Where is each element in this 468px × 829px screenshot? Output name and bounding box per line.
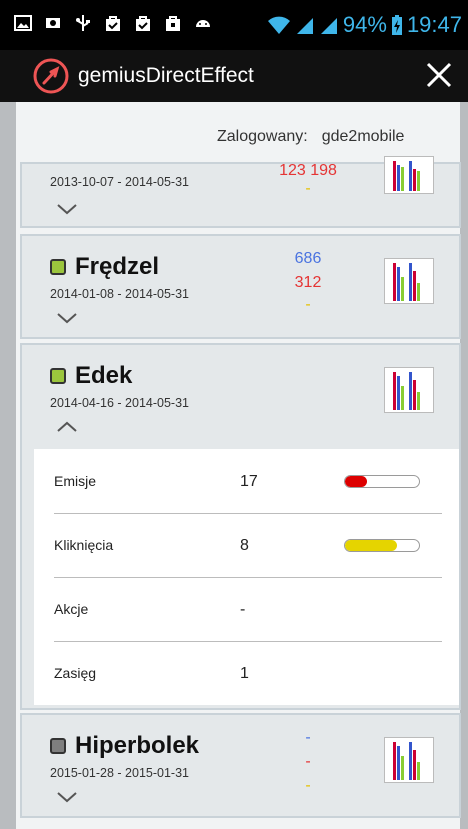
campaign-card[interactable]: Frędzel 2014-01-08 - 2014-05-31 686 312 … <box>20 234 461 339</box>
chart-thumbnail-icon[interactable] <box>384 156 434 194</box>
detail-row: Emisje 17 <box>54 449 442 514</box>
signal-icon <box>296 18 313 34</box>
campaign-name-text: Edek <box>75 362 133 389</box>
progress-fill <box>345 540 397 551</box>
detail-label: Emisje <box>54 473 97 489</box>
campaign-dates: 2014-01-08 - 2014-05-31 <box>50 287 189 301</box>
bag-check-icon <box>136 16 150 31</box>
status-bar: 94% 19:47 <box>0 0 468 50</box>
chart-thumbnail-icon[interactable] <box>384 367 434 413</box>
campaign-name-text: Hiperbolek <box>75 732 200 759</box>
login-user: gde2mobile <box>321 128 405 145</box>
campaign-dates: 2013-10-07 - 2014-05-31 <box>50 175 189 189</box>
detail-label: Akcje <box>54 601 89 617</box>
photo-icon <box>46 18 60 28</box>
campaign-name: Hiperbolek <box>50 732 199 760</box>
chevron-up-icon[interactable] <box>56 421 78 433</box>
campaign-name-text: Frędzel <box>75 253 160 280</box>
signal-icon <box>320 18 337 34</box>
app-logo-icon[interactable] <box>33 58 69 94</box>
detail-value: 1 <box>240 665 249 682</box>
detail-label: Kliknięcia <box>54 537 114 553</box>
battery-charging-icon <box>391 15 402 35</box>
chevron-down-icon[interactable] <box>56 312 78 324</box>
progress-fill <box>345 476 368 487</box>
close-icon[interactable] <box>422 58 456 92</box>
bag-icon <box>166 16 180 31</box>
campaign-details: Emisje 17 Kliknięcia 8 Akcje - Zasięg 1 <box>34 449 459 705</box>
bag-check-icon <box>106 16 120 31</box>
detail-row: Kliknięcia 8 <box>54 513 442 578</box>
detail-value: - <box>240 601 246 618</box>
campaign-card[interactable]: 2013-10-07 - 2014-05-31 123 198 - <box>20 156 461 228</box>
chart-thumbnail-icon[interactable] <box>384 737 434 783</box>
login-info: Zalogowany: gde2mobile <box>217 128 404 146</box>
progress-bar <box>344 539 420 552</box>
app-title: gemiusDirectEffect <box>78 64 254 87</box>
progress-bar <box>344 475 420 488</box>
stat-red: 312 <box>294 274 322 291</box>
campaign-dates: 2014-04-16 - 2014-05-31 <box>50 396 189 410</box>
detail-row: Akcje - <box>54 577 442 642</box>
battery-percent: 94% <box>342 12 387 37</box>
status-square-icon <box>50 738 66 754</box>
stat-yellow: - <box>305 777 311 794</box>
status-bar-right: 94% 19:47 <box>267 12 462 38</box>
stat-yellow: - <box>305 296 311 313</box>
login-label: Zalogowany: <box>217 128 308 145</box>
detail-value: 17 <box>240 473 258 490</box>
status-square-icon <box>50 259 66 275</box>
status-square-icon <box>50 368 66 384</box>
image-icon <box>14 15 32 31</box>
campaign-dates: 2015-01-28 - 2015-01-31 <box>50 766 189 780</box>
chart-thumbnail-icon[interactable] <box>384 258 434 304</box>
chevron-down-icon[interactable] <box>56 203 78 215</box>
campaign-name: Frędzel <box>50 253 159 281</box>
stat-yellow: - <box>305 180 311 197</box>
detail-row: Zasięg 1 <box>54 641 442 705</box>
chevron-down-icon[interactable] <box>56 791 78 803</box>
stat-red: 123 198 <box>279 162 337 179</box>
android-icon <box>196 20 210 27</box>
stat-blue: - <box>305 729 311 746</box>
stat-red: - <box>305 753 311 770</box>
clock: 19:47 <box>406 12 462 37</box>
wifi-icon <box>267 16 290 34</box>
status-bar-left-icons <box>14 14 212 32</box>
detail-value: 8 <box>240 537 249 554</box>
detail-label: Zasięg <box>54 665 97 681</box>
campaign-card[interactable]: Hiperbolek 2015-01-28 - 2015-01-31 - - - <box>20 713 461 818</box>
usb-icon <box>76 15 90 31</box>
campaign-name: Edek <box>50 362 132 390</box>
stat-blue: 686 <box>294 250 322 267</box>
